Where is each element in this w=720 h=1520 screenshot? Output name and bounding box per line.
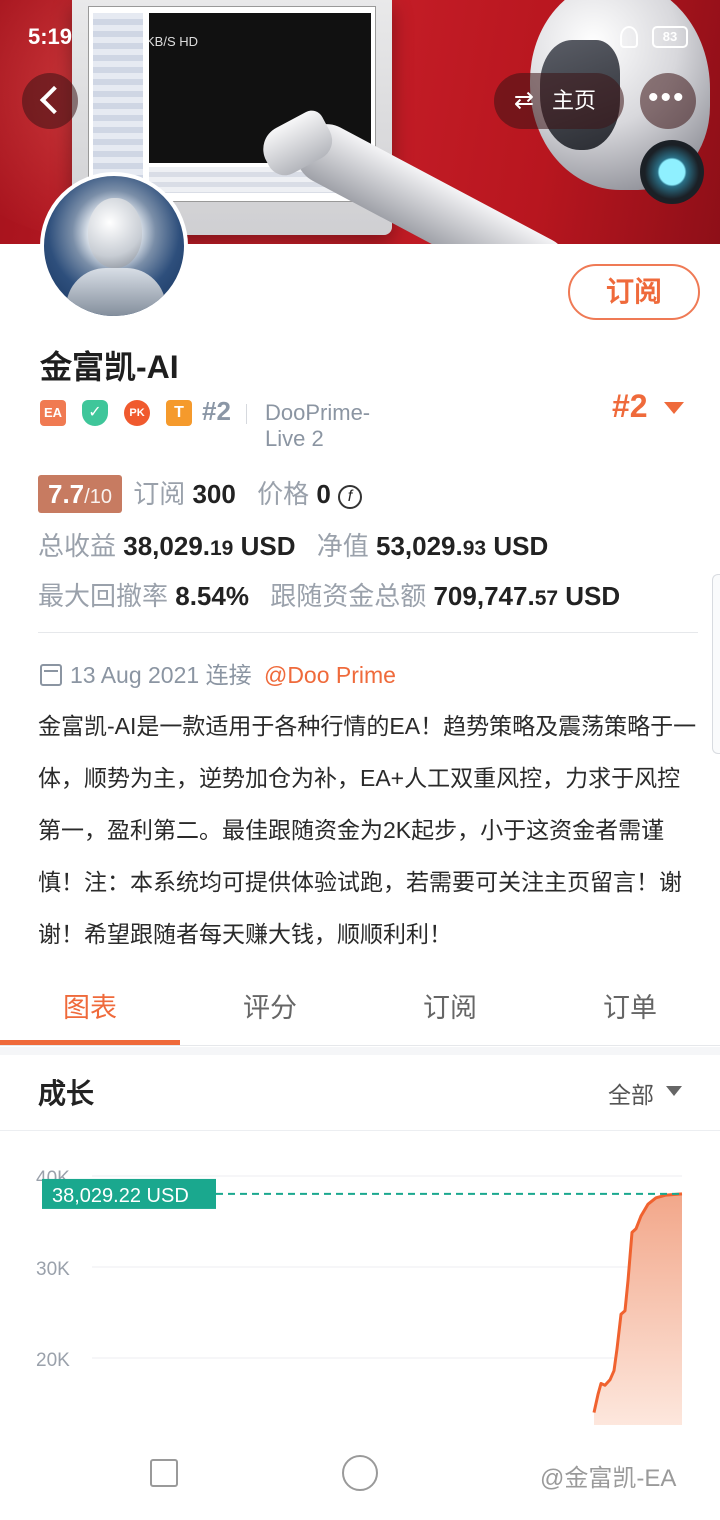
server-name: DooPrime-Live 2 (265, 400, 371, 451)
follow-funds-value: 709,747.57 USD (433, 581, 620, 611)
growth-title: 成长 (38, 1078, 95, 1109)
watermark: @金富凯-EA (540, 1465, 677, 1492)
connected-label: 连接 (205, 662, 252, 688)
tab-orders[interactable]: 订单 (540, 980, 720, 1044)
follow-funds-unit: USD (565, 581, 621, 611)
equity-int: 53,029. (375, 531, 463, 561)
broker-link[interactable]: @Doo Prime (264, 662, 396, 688)
section-separator (0, 1047, 720, 1055)
avatar-head (88, 198, 142, 268)
price-label: 价格 (257, 479, 310, 509)
more-button[interactable]: ••• (640, 73, 696, 129)
growth-chart: 40K 30K 20K 38,029.22 USD (0, 1140, 720, 1425)
t-badge-icon[interactable]: T (166, 400, 192, 426)
score-value: 7.7 (48, 479, 85, 509)
caret-down-icon[interactable] (664, 402, 684, 414)
y-tick-label: 30K (36, 1259, 70, 1280)
range-select[interactable]: 全部 (608, 1076, 654, 1110)
divider (0, 1130, 720, 1131)
system-nav-bar: @金富凯-EA (0, 1425, 720, 1520)
coin-icon: f (338, 485, 363, 509)
avatar[interactable] (40, 172, 188, 320)
lock-icon (620, 26, 638, 48)
ea-badge-icon[interactable]: EA (40, 400, 66, 426)
price-value: 0 (316, 479, 331, 509)
verified-shield-icon[interactable]: ✓ (82, 400, 108, 426)
connection-date: 13 Aug 2021 (70, 662, 200, 688)
tab-chart[interactable]: 图表 (0, 980, 180, 1044)
caret-down-icon[interactable] (666, 1086, 682, 1096)
recent-apps-button[interactable] (150, 1459, 178, 1487)
divider (38, 632, 698, 633)
profile-name: 金富凯-AI (40, 349, 179, 385)
back-button[interactable] (22, 73, 78, 129)
equity-unit: USD (493, 531, 549, 561)
follow-funds-label: 跟随资金总额 (270, 581, 427, 611)
stats-row-drawdown: 最大回撤率 8.54% 跟随资金总额 709,747.57 USD (38, 576, 620, 616)
score-badge: 7.7/10 (38, 475, 122, 513)
tab-rating[interactable]: 评分 (180, 980, 360, 1044)
equity-label: 净值 (316, 531, 369, 561)
strategy-description: 金富凯-AI是一款适用于各种行情的EA！趋势策略及震荡策略于一体，顺势为主，逆势… (38, 713, 697, 947)
score-denominator: /10 (84, 486, 112, 508)
swap-arrows-icon: ⇄ (514, 87, 535, 114)
follow-funds-int: 709,747. (433, 581, 535, 611)
equity-dec: 93 (462, 537, 487, 560)
total-profit-int: 38,029. (123, 531, 210, 561)
rank-selector[interactable]: #2 (612, 388, 648, 425)
home-button[interactable]: ⇄ 主页 (494, 73, 624, 129)
current-value-label: 38,029.22 USD (52, 1185, 189, 1207)
avatar-body (66, 268, 166, 316)
equity-value: 53,029.93 USD (376, 531, 548, 561)
rank-label: #2 (202, 396, 231, 426)
total-profit-label: 总收益 (38, 531, 117, 561)
y-tick-label: 20K (36, 1350, 70, 1371)
drawdown-value: 8.54% (175, 581, 249, 611)
growth-chart-svg: 40K30K20K38,029.22 USD (36, 1168, 683, 1425)
connection-row: 13 Aug 2021 连接 @Doo Prime (40, 656, 396, 690)
status-bar: 5:19 KB/S HD 83 (0, 22, 720, 54)
home-nav-button[interactable] (342, 1455, 378, 1491)
side-drawer-handle[interactable] (712, 574, 720, 754)
more-dots-icon: ••• (648, 81, 686, 114)
robot-eye-image (640, 140, 704, 204)
stats-row-profit: 总收益 38,029.19 USD 净值 53,029.93 USD (38, 526, 548, 566)
total-profit-unit: USD (240, 531, 296, 561)
tab-subscription[interactable]: 订阅 (360, 980, 540, 1044)
home-label: 主页 (552, 88, 597, 113)
tab-bar: 图表 评分 订阅 订单 (0, 980, 720, 1046)
network-speed: KB/S HD (146, 34, 199, 49)
status-time: 5:19 (28, 24, 73, 49)
total-profit-value: 38,029.19 USD (123, 531, 295, 561)
active-tab-indicator (0, 1040, 180, 1045)
subscribe-button[interactable]: 订阅 (568, 264, 700, 320)
subscriptions-label: 订阅 (133, 479, 186, 509)
pk-flame-icon[interactable]: PK (124, 400, 150, 426)
chevron-left-icon (39, 85, 69, 115)
series-area (594, 1193, 682, 1425)
battery-icon: 83 (652, 26, 688, 48)
drawdown-label: 最大回撤率 (38, 581, 169, 611)
stats-row-score: 7.7/10 订阅 300 价格 0 f (38, 474, 363, 514)
total-profit-dec: 19 (210, 537, 234, 560)
follow-funds-dec: 57 (534, 587, 559, 610)
divider (246, 404, 247, 424)
subscriptions-value: 300 (192, 479, 236, 509)
calendar-icon (40, 664, 62, 686)
